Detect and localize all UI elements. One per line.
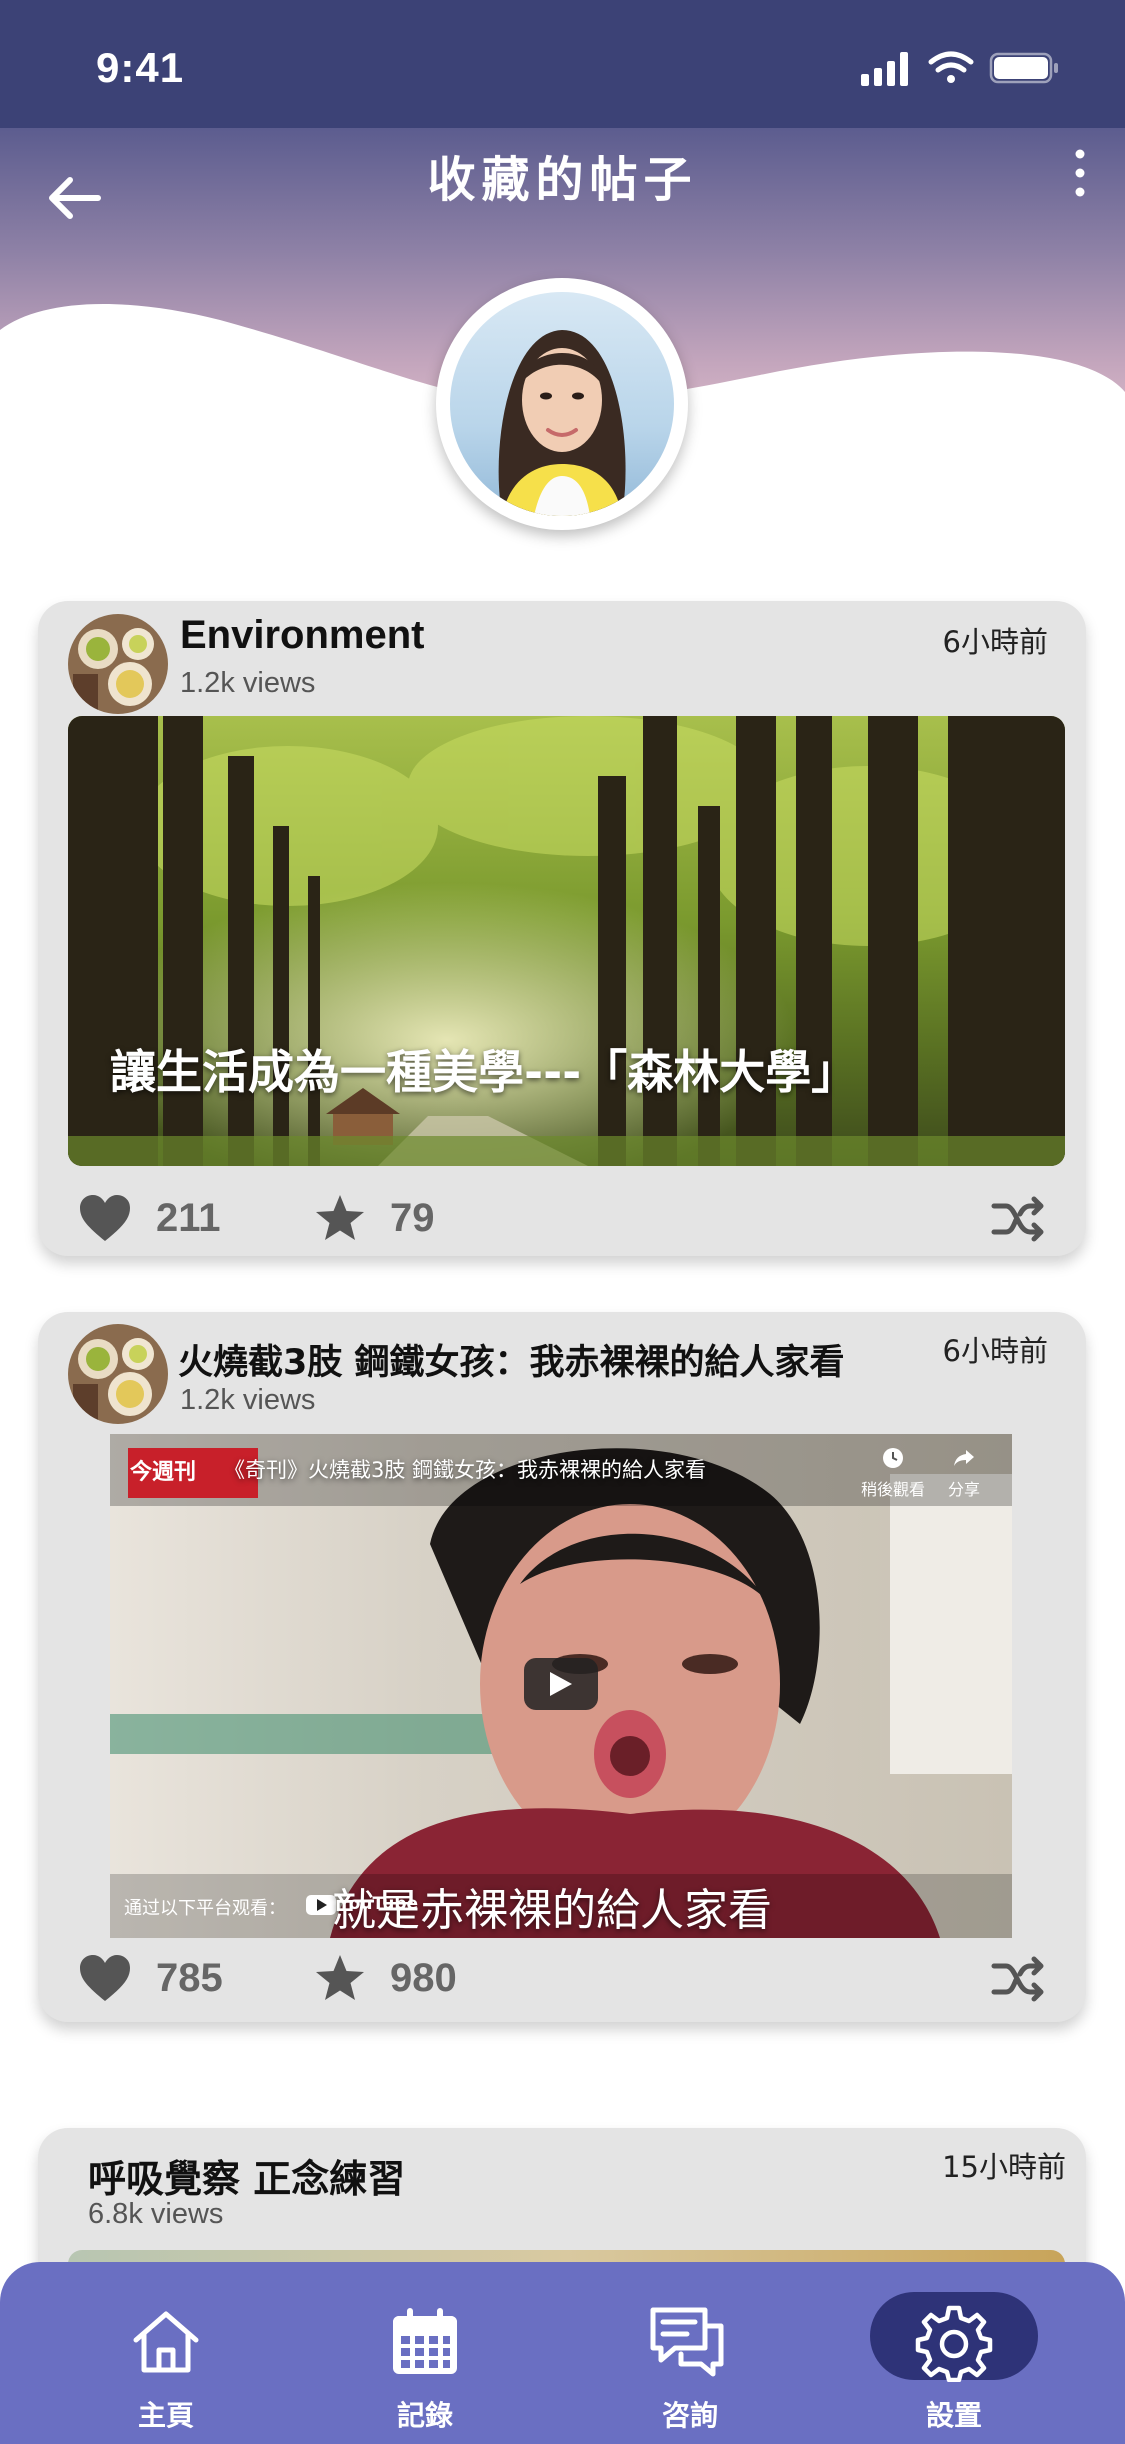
- more-button[interactable]: [1065, 148, 1095, 198]
- post-image[interactable]: 讓生活成為一種美學---「森林大學」: [68, 716, 1065, 1166]
- nav-label: 主頁: [137, 2399, 194, 2432]
- share-arrow-icon: [954, 1450, 974, 1466]
- post-actions: 785 980: [78, 1948, 1046, 2008]
- like-button[interactable]: 211: [78, 1188, 221, 1248]
- favorite-button[interactable]: 980: [314, 1948, 457, 2008]
- favorite-count: 980: [390, 1955, 457, 2000]
- youtube-label[interactable]: YouTube: [338, 1894, 418, 1914]
- profile-avatar-frame[interactable]: [436, 278, 688, 530]
- battery-icon: [989, 52, 1058, 84]
- bottom-nav: 主頁 記錄 咨詢 設置: [0, 2262, 1125, 2444]
- signal-icon: [861, 52, 908, 86]
- video-player[interactable]: 今週刊 《奇刊》火燒截3肢 鋼鐵女孩：我赤裸裸的給人家看 稍後觀看 分享 就是赤…: [110, 1434, 1012, 1938]
- post-timestamp: 6小時前: [942, 625, 1048, 659]
- avatar-photo: [450, 292, 674, 516]
- gear-icon: [915, 2305, 993, 2382]
- video-share-button[interactable]: 分享: [934, 1444, 994, 1500]
- home-icon: [133, 2311, 199, 2373]
- post-title[interactable]: 火燒截3肢 鋼鐵女孩：我赤裸裸的給人家看: [178, 1334, 845, 1385]
- post-timestamp: 6小時前: [942, 1334, 1048, 1368]
- video-platform-text: 通过以下平台观看：: [124, 1898, 286, 1919]
- avatar: [450, 292, 674, 516]
- post-views: 1.2k views: [180, 667, 316, 699]
- image-caption: 讓生活成為一種美學---「森林大學」: [110, 1045, 858, 1099]
- post-title[interactable]: Environment: [180, 613, 424, 658]
- heart-icon: [80, 1195, 130, 1241]
- post-author-avatar[interactable]: [68, 614, 168, 714]
- post-timestamp: 15小時前: [942, 2150, 1066, 2184]
- nav-label: 設置: [925, 2399, 982, 2432]
- video-frame: [110, 1434, 1012, 1938]
- favorite-count: 79: [390, 1195, 435, 1240]
- post-author-avatar[interactable]: [68, 1324, 168, 1424]
- nav-item-records[interactable]: 記錄: [315, 2262, 535, 2444]
- food-thumbnail: [68, 614, 168, 714]
- share-button[interactable]: [990, 1954, 1046, 2004]
- more-vertical-icon: [1075, 149, 1085, 197]
- heart-icon: [80, 1955, 130, 2001]
- food-thumbnail: [68, 1324, 168, 1424]
- watch-later-label: 稍後觀看: [860, 1480, 925, 1499]
- clock-icon: [883, 1448, 903, 1468]
- nav-label: 記錄: [396, 2399, 453, 2432]
- post-views: 6.8k views: [88, 2198, 224, 2230]
- status-icons: [861, 51, 1058, 86]
- share-button[interactable]: [990, 1194, 1046, 1244]
- video-channel-badge: 今週刊: [130, 1460, 197, 1485]
- shuffle-icon: [991, 1196, 1044, 1242]
- wifi-icon: [928, 51, 974, 83]
- like-count: 785: [156, 1955, 223, 2000]
- post-actions: 211 79: [78, 1188, 1046, 1248]
- star-icon: [316, 1195, 364, 1240]
- video-title: 《奇刊》火燒截3肢 鋼鐵女孩：我赤裸裸的給人家看: [224, 1458, 707, 1482]
- like-count: 211: [156, 1195, 221, 1240]
- post-card[interactable]: 火燒截3肢 鋼鐵女孩：我赤裸裸的給人家看 1.2k views 6小時前 今週刊…: [38, 1312, 1086, 2022]
- nav-item-settings[interactable]: 設置: [844, 2262, 1064, 2444]
- post-views: 1.2k views: [180, 1384, 316, 1416]
- post-card[interactable]: Environment 1.2k views 6小時前 讓生活成為一種美學---…: [38, 601, 1086, 1256]
- chat-icon: [650, 2307, 724, 2377]
- nav-item-consult[interactable]: 咨詢: [580, 2262, 800, 2444]
- nav-label: 咨詢: [661, 2399, 718, 2432]
- star-icon: [316, 1955, 364, 2000]
- calendar-icon: [393, 2308, 457, 2374]
- post-title[interactable]: 呼吸覺察 正念練習: [88, 2148, 405, 2203]
- profile-header: 9:41 收藏的帖子: [0, 0, 1125, 560]
- favorite-button[interactable]: 79: [314, 1188, 435, 1248]
- page-title: 收藏的帖子: [427, 152, 698, 208]
- watch-later-button[interactable]: 稍後觀看: [858, 1444, 928, 1500]
- like-button[interactable]: 785: [78, 1948, 223, 2008]
- status-time: 9:41: [96, 44, 185, 91]
- shuffle-icon: [991, 1956, 1044, 2002]
- nav-item-home[interactable]: 主頁: [56, 2262, 276, 2444]
- video-share-label: 分享: [947, 1480, 980, 1499]
